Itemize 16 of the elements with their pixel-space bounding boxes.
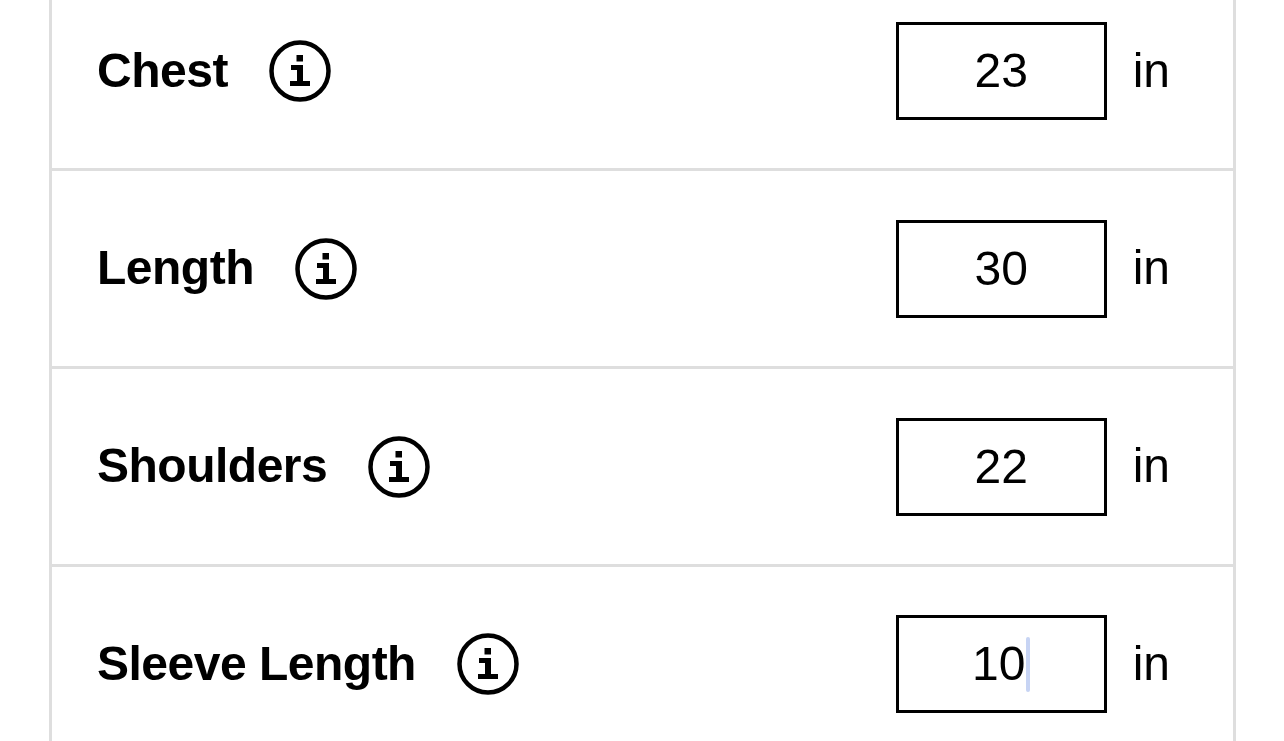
unit-label: in — [1132, 44, 1170, 98]
unit-label: in — [1132, 242, 1170, 295]
info-icon[interactable] — [294, 237, 357, 300]
unit-label: in — [1132, 440, 1170, 493]
input-field[interactable]: 10 — [895, 615, 1107, 713]
measurement-label: Chest — [97, 44, 228, 98]
input-field[interactable]: 22 — [895, 417, 1107, 516]
info-icon[interactable] — [268, 40, 331, 102]
unit-label: in — [1132, 637, 1170, 691]
input-field[interactable]: 30 — [895, 219, 1107, 318]
input-field[interactable]: 23 — [895, 22, 1107, 120]
measurement-label: Length — [97, 242, 254, 295]
info-icon[interactable] — [368, 435, 431, 498]
measurement-label: Sleeve Length — [97, 637, 416, 691]
info-icon[interactable] — [456, 633, 519, 695]
measurement-label: Shoulders — [97, 440, 328, 493]
